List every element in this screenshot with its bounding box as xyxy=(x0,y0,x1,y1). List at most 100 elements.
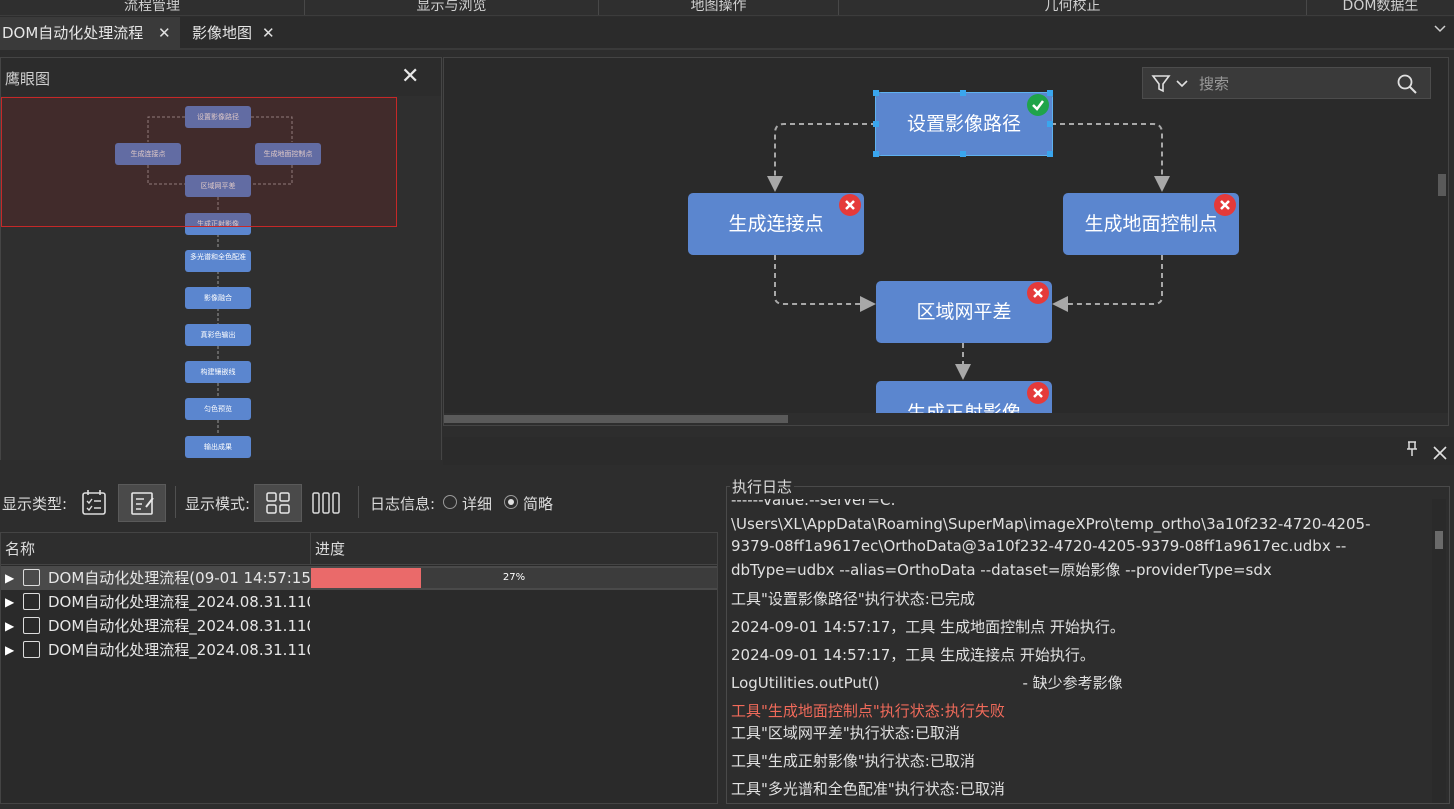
brief-radio[interactable] xyxy=(504,495,518,509)
checklist-view-button[interactable] xyxy=(70,484,118,522)
ribbon-group-dom[interactable]: DOM数据生 xyxy=(1307,0,1454,15)
workflow-canvas[interactable]: 设置影像路径 生成连接点 生成地面控制点 区域网平差 生成正射影像 xyxy=(443,57,1449,426)
task-monitor-panel: 显示类型: 显示模式: 日志信息: 详细 简略 名称 进度 ▶ DOM自动化处理… xyxy=(0,466,1454,809)
mini-node: 真彩色输出 xyxy=(185,324,251,346)
execution-log[interactable]: ------value:--server=C: \Users\XL\AppDat… xyxy=(728,499,1432,803)
log-line-error: 工具"生成地面控制点"执行状态:执行失败 xyxy=(731,702,1005,720)
column-header-name[interactable]: 名称 xyxy=(1,533,311,565)
close-icon[interactable] xyxy=(1432,438,1448,466)
app-window: 流程管理 显示与浏览 地图操作 几何校正 DOM数据生 DOM自动化处理流程 ✕… xyxy=(0,0,1454,809)
toolbar-separator xyxy=(358,486,359,518)
check-icon xyxy=(1027,94,1049,116)
tab-label: DOM自动化处理流程 xyxy=(2,24,144,42)
log-line: dbType=udbx --alias=OrthoData --dataset=… xyxy=(731,561,1272,579)
detail-radio[interactable] xyxy=(443,495,457,509)
progress-text: 27% xyxy=(502,572,526,583)
log-line: 9379-08ff1a9617ec\OrthoData@3a10f232-472… xyxy=(731,537,1347,555)
error-icon xyxy=(839,194,861,216)
task-name: DOM自动化处理流程(09-01 14:57:15) xyxy=(48,569,310,587)
table-row[interactable]: ▶ DOM自动化处理流程_2024.08.31.110 xyxy=(1,614,717,638)
edit-view-button[interactable] xyxy=(118,484,166,522)
resize-handle[interactable] xyxy=(960,151,966,157)
log-line: ------value:--server=C: xyxy=(731,499,896,509)
chevron-down-icon[interactable] xyxy=(1434,22,1446,36)
table-row[interactable]: ▶ DOM自动化处理流程(09-01 14:57:15) 27% xyxy=(1,566,717,590)
task-name: DOM自动化处理流程_2024.08.31.110 xyxy=(48,617,310,635)
log-scrollbar[interactable] xyxy=(1432,499,1446,803)
log-info-label: 日志信息: xyxy=(370,495,436,513)
document-tab-bar: DOM自动化处理流程 ✕ 影像地图 ✕ xyxy=(0,17,1454,50)
expand-icon[interactable]: ▶ xyxy=(5,643,14,657)
display-type-label: 显示类型: xyxy=(2,495,68,513)
eagle-eye-canvas[interactable]: 设置影像路径 生成连接点 生成地面控制点 区域网平差 生成正射影像 多光谱和全色… xyxy=(1,96,441,460)
table-row[interactable]: ▶ DOM自动化处理流程_2024.08.31.110 xyxy=(1,638,717,662)
mini-node: 影像融合 xyxy=(185,287,251,309)
resize-handle[interactable] xyxy=(960,90,966,96)
vertical-scrollbar[interactable] xyxy=(1438,174,1446,196)
mini-node: 输出成果 xyxy=(185,436,251,458)
mini-node: 构建镶嵌线 xyxy=(185,361,251,383)
ribbon-group-workflow[interactable]: 流程管理 xyxy=(0,0,305,15)
search-icon[interactable] xyxy=(1395,72,1419,100)
log-line: 工具"多光谱和全色配准"执行状态:已取消 xyxy=(731,780,1005,798)
workflow-icon xyxy=(23,641,40,658)
workflow-icon xyxy=(23,569,40,586)
mini-node: 匀色预览 xyxy=(185,398,251,420)
close-icon[interactable]: ✕ xyxy=(158,17,171,50)
node-search-box xyxy=(1142,67,1431,99)
tab-dom-workflow[interactable]: DOM自动化处理流程 ✕ xyxy=(0,17,180,50)
log-line: 工具"设置影像路径"执行状态:已完成 xyxy=(731,590,975,608)
search-input[interactable] xyxy=(1199,72,1389,96)
expand-icon[interactable]: ▶ xyxy=(5,595,14,609)
ribbon-group-map-ops[interactable]: 地图操作 xyxy=(599,0,839,15)
column-header-progress[interactable]: 进度 xyxy=(311,533,717,565)
close-icon[interactable]: ✕ xyxy=(262,17,275,50)
log-line: 2024-09-01 14:57:17，工具 生成连接点 开始执行。 xyxy=(731,646,1095,664)
ribbon-group-geometric[interactable]: 几何校正 xyxy=(839,0,1307,15)
execution-log-title: 执行日志 xyxy=(730,476,795,497)
horizontal-scrollbar[interactable] xyxy=(444,413,1448,425)
viewport-rectangle[interactable] xyxy=(1,97,397,227)
detail-label: 详细 xyxy=(462,495,493,513)
display-mode-label: 显示模式: xyxy=(185,495,251,513)
tab-label: 影像地图 xyxy=(192,24,253,42)
brief-label: 简略 xyxy=(523,495,554,513)
tab-image-map[interactable]: 影像地图 ✕ xyxy=(190,17,284,50)
panel-title: 鹰眼图 xyxy=(5,70,51,88)
ribbon-group-bar: 流程管理 显示与浏览 地图操作 几何校正 DOM数据生 xyxy=(0,0,1454,16)
flow-node-set-image-path[interactable]: 设置影像路径 xyxy=(875,92,1053,156)
toolbar-separator xyxy=(175,486,176,518)
resize-handle[interactable] xyxy=(873,151,879,157)
error-icon xyxy=(1027,282,1049,304)
resize-handle[interactable] xyxy=(1047,151,1053,157)
flow-node-ground-control-points[interactable]: 生成地面控制点 xyxy=(1063,193,1239,255)
resize-handle[interactable] xyxy=(873,121,879,127)
task-name: DOM自动化处理流程_2024.08.31.110 xyxy=(48,641,310,659)
grid-mode-button[interactable] xyxy=(254,484,302,522)
scrollbar-thumb[interactable] xyxy=(1435,531,1443,549)
resize-handle[interactable] xyxy=(1047,121,1053,127)
error-icon xyxy=(1214,194,1236,216)
flow-node-tie-points[interactable]: 生成连接点 xyxy=(688,193,864,255)
close-icon[interactable]: ✕ xyxy=(401,64,419,89)
mini-node: 多光谱和全色配准 xyxy=(185,250,251,272)
table-row[interactable]: ▶ DOM自动化处理流程_2024.08.31.110 xyxy=(1,590,717,614)
expand-icon[interactable]: ▶ xyxy=(5,619,14,633)
log-line: \Users\XL\AppData\Roaming\SuperMap\image… xyxy=(731,515,1371,533)
column-mode-button[interactable] xyxy=(302,484,350,522)
workflow-icon xyxy=(23,593,40,610)
resize-handle[interactable] xyxy=(873,90,879,96)
scrollbar-thumb[interactable] xyxy=(444,415,788,423)
dock-header xyxy=(443,437,1454,465)
ribbon-group-display[interactable]: 显示与浏览 xyxy=(305,0,599,15)
pin-icon[interactable] xyxy=(1405,441,1419,461)
expand-icon[interactable]: ▶ xyxy=(5,571,14,585)
eagle-eye-panel: 鹰眼图 ✕ 设置影像路径 生成连接点 生成地面控制点 区域网平差 生成正射影像 … xyxy=(0,57,442,460)
log-line: 工具"区域网平差"执行状态:已取消 xyxy=(731,724,960,742)
log-line: LogUtilities.outPut() - 缺少参考影像 xyxy=(731,674,1123,692)
filter-icon[interactable] xyxy=(1149,73,1193,95)
progress-bar: 27% xyxy=(311,568,717,588)
flow-node-block-adjustment[interactable]: 区域网平差 xyxy=(876,281,1052,343)
workflow-icon xyxy=(23,617,40,634)
log-line: 2024-09-01 14:57:17，工具 生成地面控制点 开始执行。 xyxy=(731,618,1125,636)
